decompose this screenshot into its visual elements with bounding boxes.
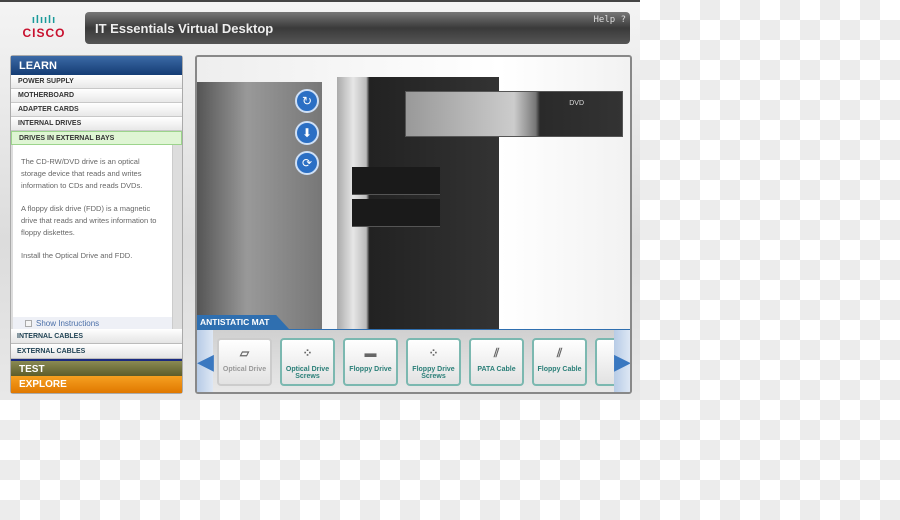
tray-label: Optical Drive [222,366,267,373]
description-text: Install the Optical Drive and FDD. [21,251,133,260]
sidebar-item-power-supply[interactable]: POWER SUPPLY [11,75,182,89]
antistatic-mat-label: ANTISTATIC MAT [197,315,289,329]
tray-item-optical-drive-screws[interactable]: ⁘ Optical Drive Screws [280,338,335,386]
sidebar-item-drives-external-bays[interactable]: DRIVES IN EXTERNAL BAYS [11,131,182,145]
drive-bay[interactable] [352,167,440,195]
help-button[interactable]: Help ? [593,15,626,25]
drive-bay[interactable] [352,199,440,227]
tray-item-floppy-cable[interactable]: ⫽ Floppy Cable [532,338,587,386]
show-instructions-toggle[interactable]: Show Instructions [13,317,172,329]
ribbon-cable-icon: ⫽ [493,345,500,360]
test-button[interactable]: TEST [11,359,182,376]
screws-icon: ⁘ [428,346,439,360]
floppy-drive-icon: ▬ [364,346,377,360]
app-title: IT Essentials Virtual Desktop [95,21,274,36]
optical-drive-icon: ▱ [239,346,250,360]
refresh-icon[interactable]: ⟳ [295,151,319,175]
tray-label: Optical Drive Screws [285,366,330,380]
tray-label: Floppy Cable [537,366,582,373]
rotate-icon[interactable]: ↻ [295,89,319,113]
section-external-cables[interactable]: EXTERNAL CABLES [11,344,182,359]
tray-label: Floppy Drive [349,366,392,373]
scroll-right-arrow[interactable]: ▶ [614,330,630,392]
checkbox-icon[interactable] [25,320,32,327]
tray-item-optical-drive[interactable]: ▱ Optical Drive [217,338,272,386]
screws-icon: ⁘ [302,346,313,360]
virtual-desktop-app: ılıılı CISCO IT Essentials Virtual Deskt… [0,0,640,400]
optical-drive[interactable]: DVD [405,91,623,137]
tray-item-floppy-drive[interactable]: ▬ Floppy Drive [343,338,398,386]
sidebar-item-adapter-cards[interactable]: ADAPTER CARDS [11,103,182,117]
sidebar: LEARN POWER SUPPLY MOTHERBOARD ADAPTER C… [10,55,183,394]
sidebar-item-motherboard[interactable]: MOTHERBOARD [11,89,182,103]
learn-header[interactable]: LEARN [11,56,182,75]
description-panel: The CD-RW/DVD drive is an optical storag… [13,145,173,329]
cisco-logo: ılıılı CISCO [14,14,74,40]
show-instructions-label: Show Instructions [36,319,100,328]
component-tray: ◀ ▱ Optical Drive ⁘ Optical Drive Screws ▬… [197,329,630,392]
computer-case-scene[interactable]: DVD ↻ ⬇ ⟳ ANTISTATIC MAT [197,57,630,329]
ribbon-cable-icon: ⫽ [556,345,563,360]
workspace: DVD ↻ ⬇ ⟳ ANTISTATIC MAT ◀ ▱ Optical Driv… [195,55,632,394]
tray-item-floppy-drive-screws[interactable]: ⁘ Floppy Drive Screws [406,338,461,386]
tray-label: PATA Cable [477,366,516,373]
title-bar: IT Essentials Virtual Desktop Help ? [85,12,630,44]
scroll-left-arrow[interactable]: ◀ [197,330,214,392]
logo-bars: ılıılı [31,14,57,26]
dvd-logo: DVD [569,100,584,107]
section-internal-cables[interactable]: INTERNAL CABLES [11,329,182,344]
logo-name: CISCO [22,26,66,40]
tray-item-pata-cable[interactable]: ⫽ PATA Cable [469,338,524,386]
case-interior [197,82,322,329]
download-icon[interactable]: ⬇ [295,121,319,145]
tray-label: Floppy Drive Screws [412,366,455,380]
description-text: A floppy disk drive (FDD) is a magnetic … [21,204,157,237]
description-text: The CD-RW/DVD drive is an optical storag… [21,157,143,190]
sidebar-item-internal-drives[interactable]: INTERNAL DRIVES [11,117,182,131]
explore-button[interactable]: EXPLORE [11,376,182,393]
